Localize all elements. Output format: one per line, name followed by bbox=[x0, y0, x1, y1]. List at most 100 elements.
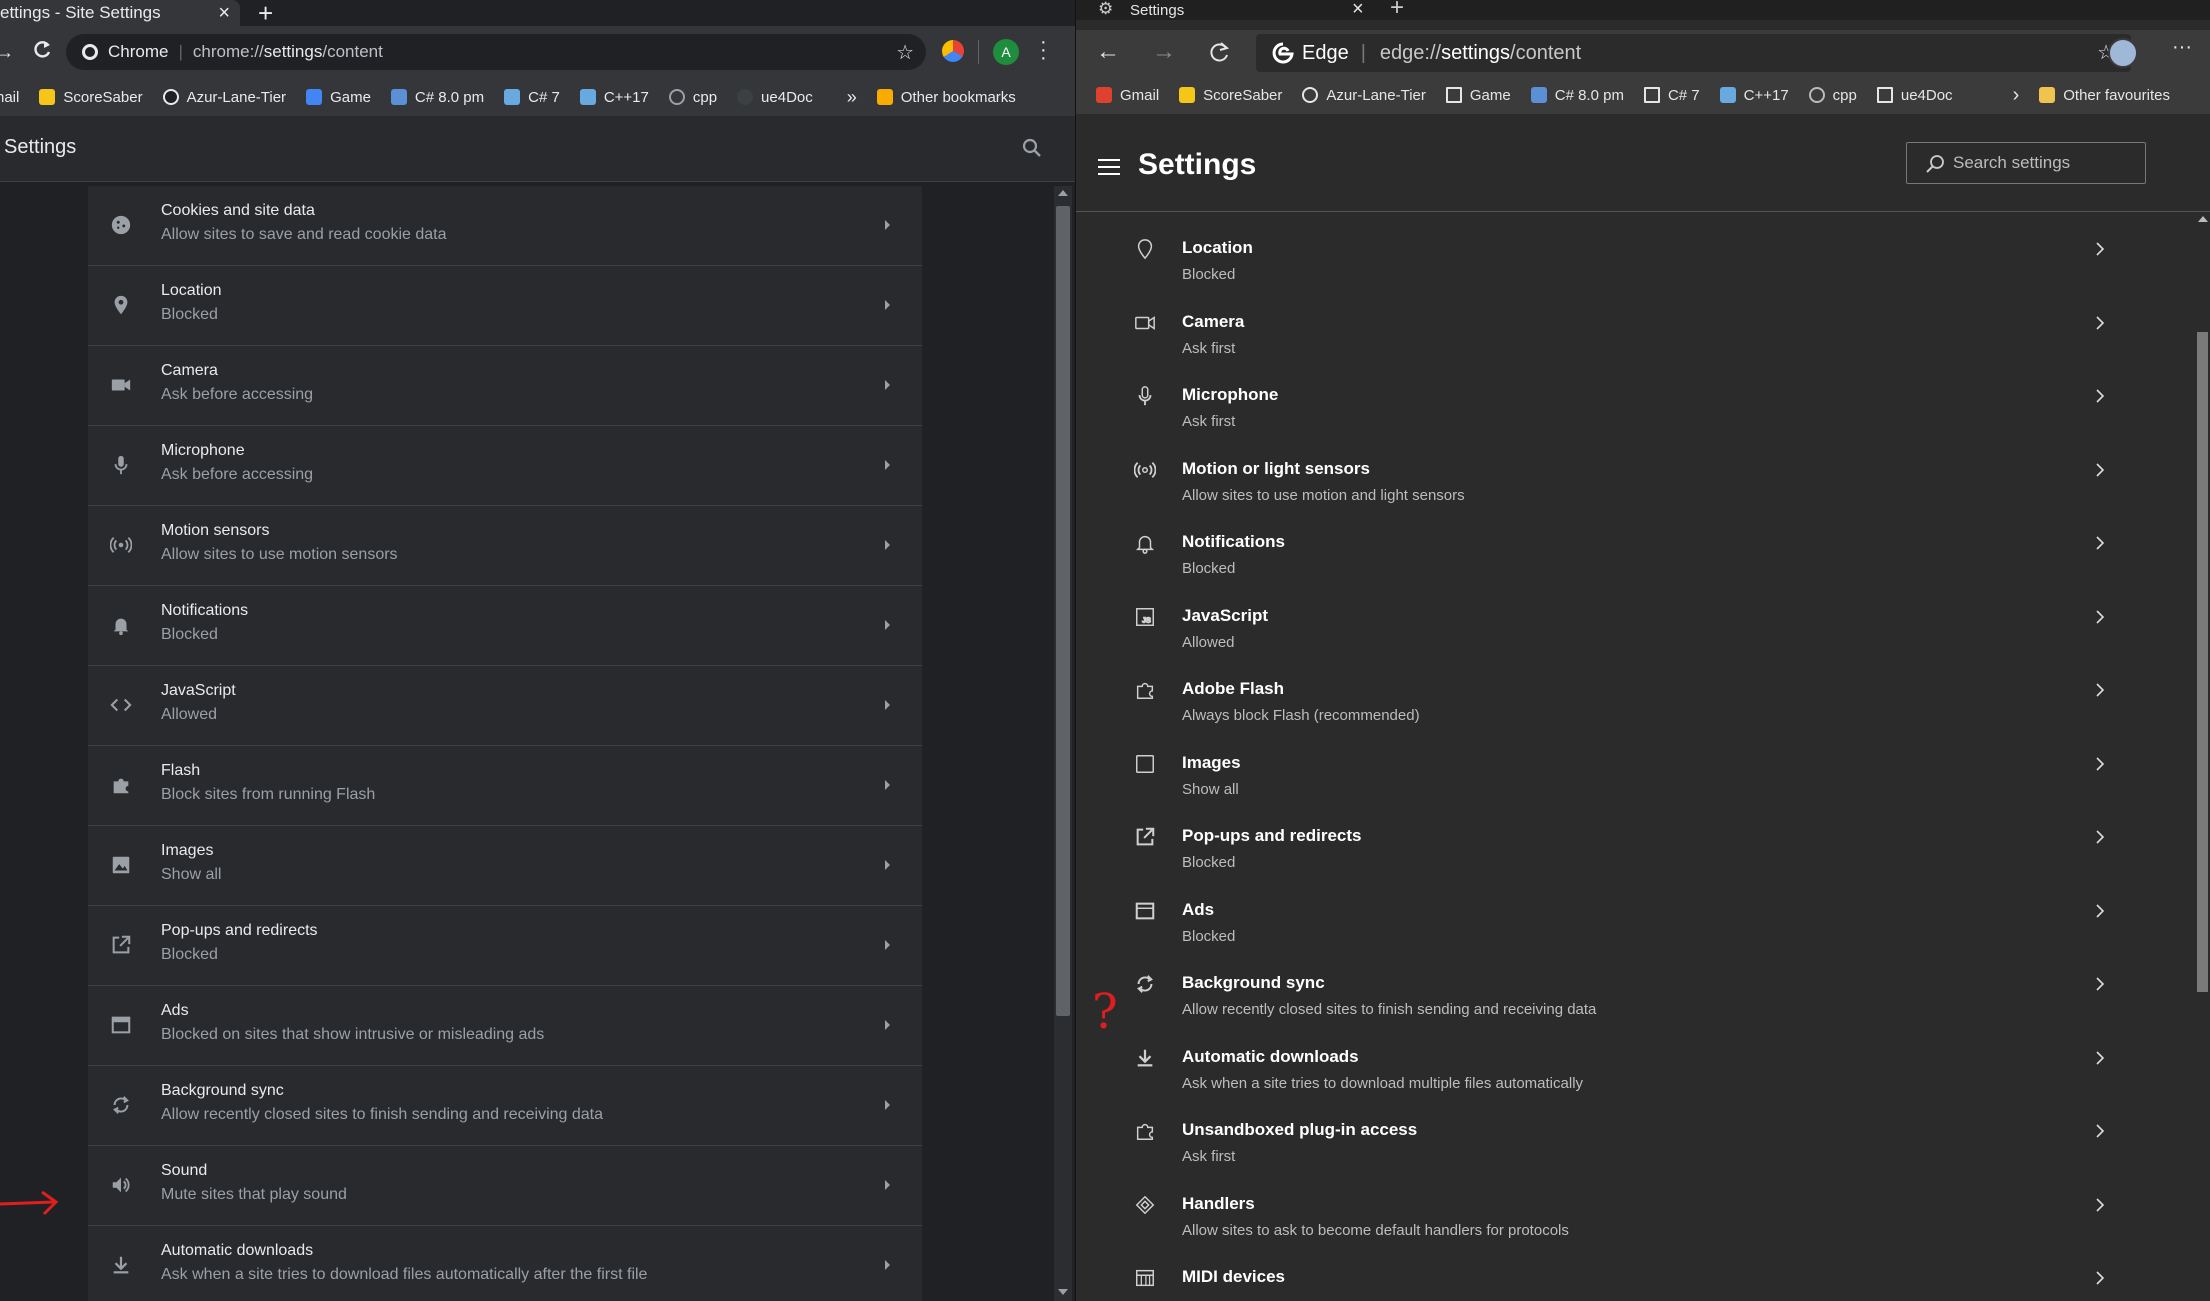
edge-setting-row-ads[interactable]: Ads Blocked bbox=[1076, 888, 2191, 962]
chrome-tab-strip: ettings - Site Settings × + bbox=[0, 0, 1075, 29]
other-favourites-folder[interactable]: Other favourites bbox=[2039, 87, 2170, 104]
setting-subtitle: Allowed bbox=[1182, 633, 1235, 651]
edge-setting-row-images[interactable]: Images Show all bbox=[1076, 741, 2191, 815]
setting-subtitle: Block sites from running Flash bbox=[161, 786, 376, 803]
more-menu-icon[interactable]: ··· bbox=[2172, 36, 2192, 59]
other-bookmarks-folder[interactable]: Other bookmarks bbox=[876, 89, 1016, 106]
scroll-up-icon[interactable] bbox=[1058, 190, 1068, 196]
bookmark-ue4doc[interactable]: ue4Doc bbox=[737, 89, 813, 106]
favorite-gmail[interactable]: Gmail bbox=[1096, 87, 1159, 104]
setting-title: Motion sensors bbox=[161, 522, 270, 539]
search-icon[interactable] bbox=[1022, 138, 1042, 158]
scroll-down-icon[interactable] bbox=[1058, 1289, 1068, 1295]
chrome-setting-row-motion-sensors[interactable]: Motion sensors Allow sites to use motion … bbox=[88, 506, 922, 586]
edge-setting-row-microphone[interactable]: Microphone Ask first bbox=[1076, 373, 2191, 447]
bookmark-cpp17[interactable]: C++17 bbox=[579, 89, 649, 106]
edge-setting-row-adobe-flash[interactable]: Adobe Flash Always block Flash (recommend… bbox=[1076, 667, 2191, 741]
edge-setting-row-camera[interactable]: Camera Ask first bbox=[1076, 300, 2191, 374]
favorite-azur-lane-tier[interactable]: Azur-Lane-Tier bbox=[1302, 87, 1426, 104]
arrow-right-icon bbox=[885, 540, 890, 550]
setting-subtitle: Ask when a site tries to download multip… bbox=[1182, 1074, 1584, 1092]
favorites-overflow-chevron-icon[interactable]: › bbox=[2013, 84, 2020, 107]
favorite-game[interactable]: Game bbox=[1445, 87, 1511, 104]
new-tab-icon[interactable]: + bbox=[1390, 0, 1404, 22]
bookmark-csharp7[interactable]: C# 7 bbox=[504, 89, 560, 106]
site-info-icon[interactable] bbox=[82, 44, 98, 60]
chrome-setting-row-images[interactable]: Images Show all bbox=[88, 826, 922, 906]
chrome-setting-row-flash[interactable]: Flash Block sites from running Flash bbox=[88, 746, 922, 826]
edge-setting-row-notifications[interactable]: Notifications Blocked bbox=[1076, 520, 2191, 594]
bookmark-gmail[interactable]: nail bbox=[0, 89, 19, 106]
bookmark-game[interactable]: Game bbox=[306, 89, 371, 106]
profile-avatar[interactable] bbox=[2108, 38, 2138, 68]
edge-setting-row-motion-or-light-sensors[interactable]: Motion or light sensors Allow sites to us… bbox=[1076, 447, 2191, 521]
bookmark-cpp[interactable]: cpp bbox=[668, 89, 717, 106]
favorite-csharp8[interactable]: C# 8.0 pm bbox=[1530, 87, 1624, 104]
favorite-cpp[interactable]: cpp bbox=[1808, 87, 1857, 104]
bell-icon bbox=[1134, 532, 1156, 554]
setting-title: Pop-ups and redirects bbox=[161, 922, 318, 939]
chrome-setting-row-ads[interactable]: Ads Blocked on sites that show intrusive … bbox=[88, 986, 922, 1066]
hamburger-menu-icon[interactable] bbox=[1098, 158, 1120, 176]
edge-setting-row-background-sync[interactable]: Background sync Allow recently closed sit… bbox=[1076, 961, 2191, 1035]
chrome-setting-row-location[interactable]: Location Blocked bbox=[88, 266, 922, 346]
arrow-right-icon bbox=[885, 780, 890, 790]
avatar-letter: A bbox=[1001, 44, 1011, 60]
setting-title: Cookies and site data bbox=[161, 202, 315, 219]
setting-title: Camera bbox=[161, 362, 218, 379]
bookmark-scoresaber[interactable]: ScoreSaber bbox=[39, 89, 143, 106]
search-settings-input[interactable]: Search settings bbox=[1906, 142, 2146, 184]
chrome-setting-row-javascript[interactable]: JavaScript Allowed bbox=[88, 666, 922, 746]
chrome-address-bar[interactable]: Chrome | chrome://settings/content ☆ bbox=[66, 34, 926, 70]
bookmark-azur-lane-tier[interactable]: Azur-Lane-Tier bbox=[162, 89, 286, 106]
menu-kebab-icon[interactable]: · · · bbox=[1040, 32, 1047, 68]
edge-setting-row-handlers[interactable]: Handlers Allow sites to ask to become def… bbox=[1076, 1182, 2191, 1256]
close-icon[interactable]: × bbox=[1352, 0, 1364, 21]
edge-setting-row-location[interactable]: Location Blocked bbox=[1076, 226, 2191, 300]
chrome-setting-row-microphone[interactable]: Microphone Ask before accessing bbox=[88, 426, 922, 506]
bookmarks-overflow-button[interactable]: » bbox=[847, 87, 857, 108]
profile-avatar[interactable]: A bbox=[993, 39, 1019, 65]
scroll-up-icon[interactable] bbox=[2198, 216, 2208, 222]
chrome-settings-header: Settings bbox=[0, 116, 1075, 182]
setting-title: Adobe Flash bbox=[1182, 679, 1285, 698]
refresh-icon[interactable] bbox=[1207, 40, 1231, 64]
back-icon[interactable]: ← bbox=[1096, 38, 1120, 66]
edge-scrollbar-thumb[interactable] bbox=[2197, 332, 2208, 992]
setting-subtitle: Blocked on sites that show intrusive or … bbox=[161, 1026, 545, 1043]
edge-address-bar[interactable]: Edge | edge://settings/content ☆ bbox=[1256, 34, 2131, 72]
edge-setting-row-javascript[interactable]: JS JavaScript Allowed bbox=[1076, 594, 2191, 668]
bell-icon bbox=[110, 614, 134, 638]
favorite-cpp17[interactable]: C++17 bbox=[1719, 87, 1789, 104]
chrome-setting-row-sound[interactable]: Sound Mute sites that play sound bbox=[88, 1146, 922, 1226]
edge-setting-row-pop-ups-and-redirects[interactable]: Pop-ups and redirects Blocked bbox=[1076, 814, 2191, 888]
favorite-ue4doc[interactable]: ue4Doc bbox=[1876, 87, 1953, 104]
chrome-setting-row-pop-ups-and-redirects[interactable]: Pop-ups and redirects Blocked bbox=[88, 906, 922, 986]
forward-icon[interactable]: → bbox=[1152, 38, 1176, 66]
chrome-setting-row-camera[interactable]: Camera Ask before accessing bbox=[88, 346, 922, 426]
chrome-setting-row-cookies-and-site-data[interactable]: Cookies and site data Allow sites to save… bbox=[88, 186, 922, 266]
edge-setting-row-automatic-downloads[interactable]: Automatic downloads Ask when a site tries… bbox=[1076, 1035, 2191, 1109]
chrome-scrollbar[interactable] bbox=[1054, 186, 1072, 1301]
bookmark-csharp8[interactable]: C# 8.0 pm bbox=[390, 89, 484, 106]
page-title: Settings bbox=[4, 136, 77, 158]
setting-title: Handlers bbox=[1182, 1193, 1255, 1213]
favorite-csharp7[interactable]: C# 7 bbox=[1643, 87, 1700, 104]
edge-setting-row-unsandboxed-plug-in-access[interactable]: Unsandboxed plug-in access Ask first bbox=[1076, 1108, 2191, 1182]
extension-icon[interactable] bbox=[942, 40, 964, 62]
favorite-scoresaber[interactable]: ScoreSaber bbox=[1179, 87, 1282, 104]
new-tab-icon[interactable]: + bbox=[258, 0, 273, 29]
reload-icon[interactable] bbox=[32, 39, 52, 61]
chrome-setting-row-background-sync[interactable]: Background sync Allow recently closed sit… bbox=[88, 1066, 922, 1146]
chrome-setting-row-automatic-downloads[interactable]: Automatic downloads Ask when a site tries… bbox=[88, 1226, 922, 1301]
close-icon[interactable]: × bbox=[218, 2, 230, 25]
bookmark-star-icon[interactable]: ☆ bbox=[896, 40, 914, 65]
chrome-tab-site-settings[interactable]: ettings - Site Settings × bbox=[0, 0, 240, 26]
chrome-scrollbar-thumb[interactable] bbox=[1056, 206, 1070, 1016]
edge-tab-settings[interactable]: ⚙ Settings × bbox=[1076, 0, 1376, 20]
back-icon[interactable]: → bbox=[0, 42, 14, 63]
chrome-setting-row-notifications[interactable]: Notifications Blocked bbox=[88, 586, 922, 666]
edge-scrollbar[interactable] bbox=[2194, 212, 2210, 1301]
edge-setting-row-midi-devices[interactable]: MIDI devices bbox=[1076, 1255, 2191, 1301]
scoresaber-icon bbox=[39, 89, 56, 105]
